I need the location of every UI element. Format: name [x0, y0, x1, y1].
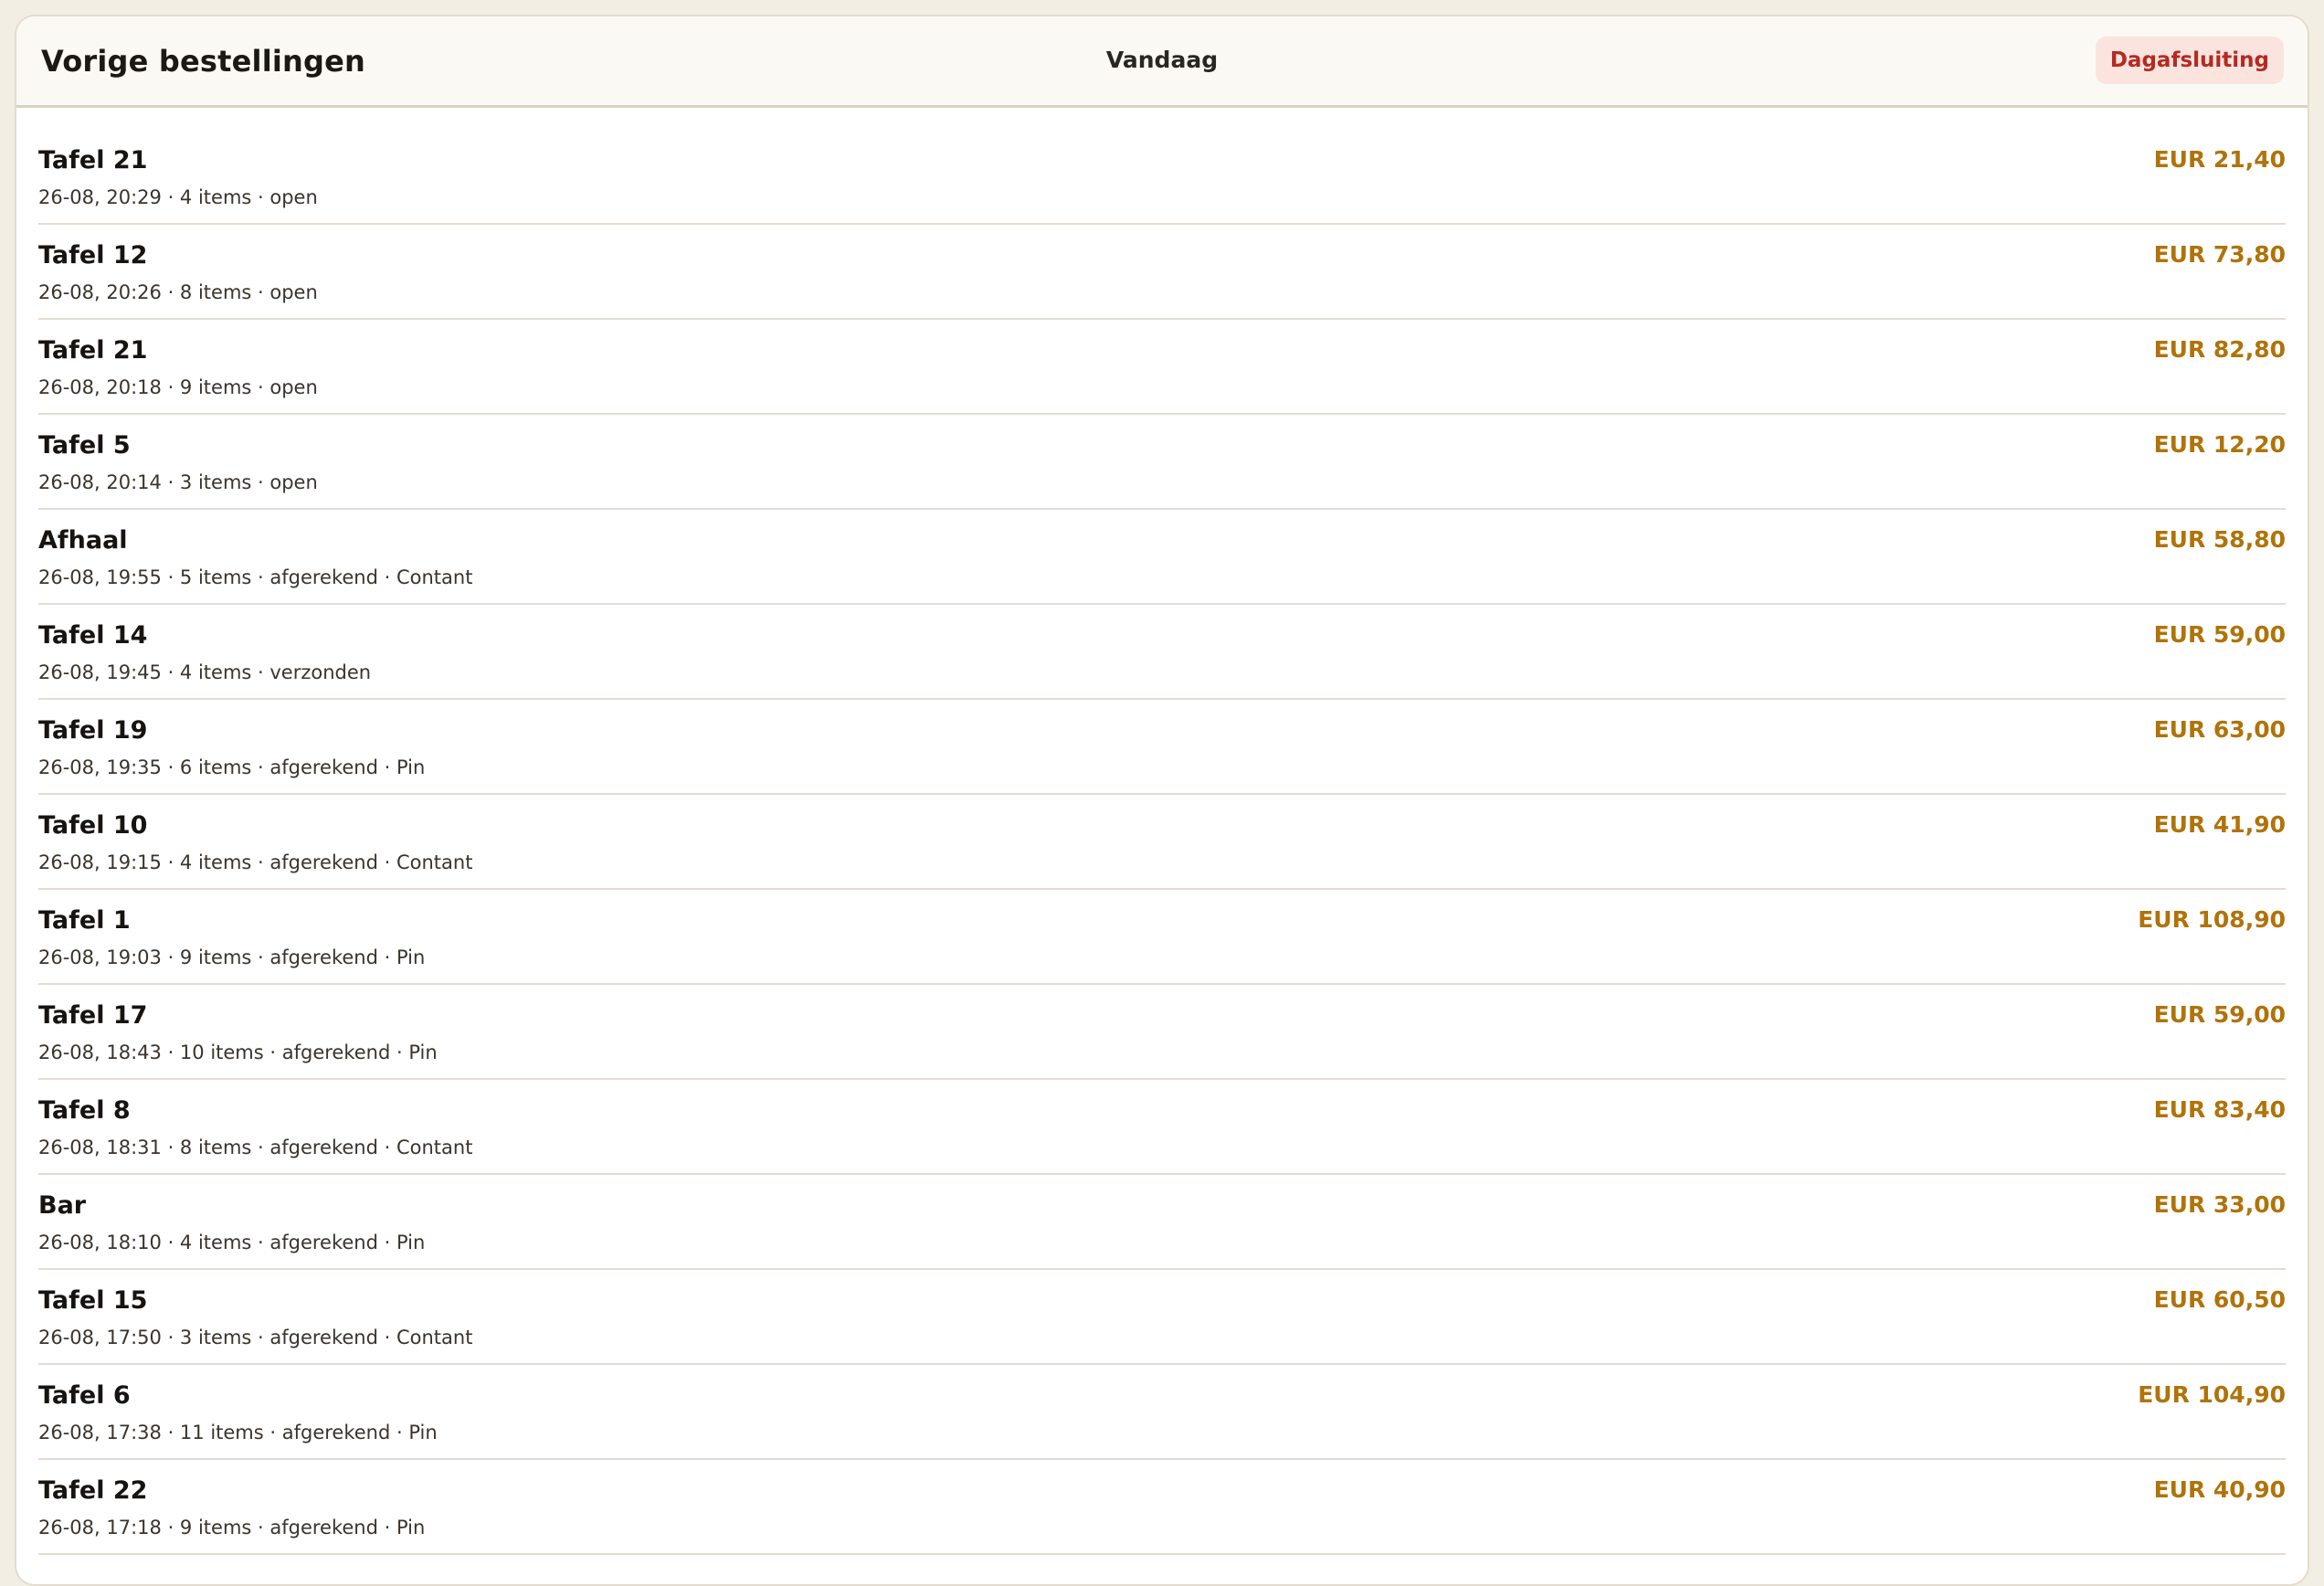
- order-meta: 26-08, 18:31 · 8 items · afgerekend · Co…: [38, 1137, 473, 1158]
- day-close-button[interactable]: Dagafsluiting: [2095, 37, 2284, 84]
- order-total: EUR 40,90: [2153, 1476, 2286, 1503]
- order-name: Tafel 1: [38, 906, 131, 935]
- order-total: EUR 59,00: [2153, 1001, 2286, 1028]
- order-total: EUR 41,90: [2153, 811, 2286, 838]
- order-list: Tafel 21 26-08, 20:29 · 4 items · open E…: [38, 130, 2286, 1555]
- order-row[interactable]: Tafel 5 26-08, 20:14 · 3 items · open EU…: [38, 415, 2286, 510]
- order-total: EUR 12,20: [2153, 431, 2286, 458]
- order-total: EUR 59,00: [2153, 621, 2286, 648]
- order-meta: 26-08, 17:50 · 3 items · afgerekend · Co…: [38, 1327, 473, 1348]
- order-meta: 26-08, 19:45 · 4 items · verzonden: [38, 661, 372, 683]
- order-total: EUR 21,40: [2153, 146, 2286, 173]
- orders-panel: Vorige bestellingen Vandaag Dagafsluitin…: [15, 15, 2309, 1586]
- order-row[interactable]: Tafel 14 26-08, 19:45 · 4 items · verzon…: [38, 605, 2286, 700]
- order-name: Tafel 15: [38, 1286, 148, 1315]
- order-meta: 26-08, 18:10 · 4 items · afgerekend · Pi…: [38, 1232, 426, 1253]
- order-name: Tafel 19: [38, 716, 148, 745]
- order-name: Tafel 5: [38, 431, 131, 460]
- order-name: Tafel 8: [38, 1096, 131, 1125]
- order-name: Tafel 17: [38, 1001, 148, 1030]
- order-row[interactable]: Bar 26-08, 18:10 · 4 items · afgerekend …: [38, 1175, 2286, 1270]
- order-total: EUR 73,80: [2153, 241, 2286, 268]
- order-total: EUR 83,40: [2153, 1096, 2286, 1123]
- order-row[interactable]: Tafel 21 26-08, 20:29 · 4 items · open E…: [38, 130, 2286, 225]
- order-meta: 26-08, 20:26 · 8 items · open: [38, 281, 318, 303]
- order-row[interactable]: Tafel 21 26-08, 20:18 · 9 items · open E…: [38, 320, 2286, 415]
- order-row[interactable]: Tafel 1 26-08, 19:03 · 9 items · afgerek…: [38, 890, 2286, 985]
- order-name: Afhaal: [38, 526, 128, 555]
- order-name: Tafel 21: [38, 336, 148, 365]
- order-row[interactable]: Tafel 10 26-08, 19:15 · 4 items · afgere…: [38, 795, 2286, 890]
- order-name: Tafel 12: [38, 241, 148, 270]
- order-meta: 26-08, 20:14 · 3 items · open: [38, 471, 318, 493]
- order-meta: 26-08, 19:15 · 4 items · afgerekend · Co…: [38, 851, 473, 873]
- order-row[interactable]: Tafel 17 26-08, 18:43 · 10 items · afger…: [38, 985, 2286, 1080]
- order-name: Tafel 14: [38, 621, 148, 650]
- order-total: EUR 60,50: [2153, 1286, 2286, 1313]
- order-row[interactable]: Afhaal 26-08, 19:55 · 5 items · afgereke…: [38, 510, 2286, 605]
- order-meta: 26-08, 19:55 · 5 items · afgerekend · Co…: [38, 566, 473, 588]
- order-name: Tafel 10: [38, 811, 148, 840]
- order-total: EUR 108,90: [2138, 906, 2286, 933]
- date-filter-label: Vandaag: [1105, 47, 1219, 73]
- order-meta: 26-08, 18:43 · 10 items · afgerekend · P…: [38, 1041, 438, 1063]
- order-name: Bar: [38, 1191, 87, 1220]
- order-meta: 26-08, 19:35 · 6 items · afgerekend · Pi…: [38, 756, 426, 778]
- order-meta: 26-08, 20:29 · 4 items · open: [38, 186, 318, 208]
- panel-header: Vorige bestellingen Vandaag Dagafsluitin…: [16, 16, 2308, 108]
- order-name: Tafel 21: [38, 146, 148, 174]
- order-total: EUR 104,90: [2138, 1381, 2286, 1408]
- order-row[interactable]: Tafel 22 26-08, 17:18 · 9 items · afgere…: [38, 1460, 2286, 1555]
- order-meta: 26-08, 17:38 · 11 items · afgerekend · P…: [38, 1422, 438, 1443]
- order-row[interactable]: Tafel 6 26-08, 17:38 · 11 items · afgere…: [38, 1365, 2286, 1460]
- order-total: EUR 33,00: [2153, 1191, 2286, 1218]
- order-meta: 26-08, 20:18 · 9 items · open: [38, 376, 318, 398]
- order-name: Tafel 6: [38, 1381, 131, 1410]
- order-row[interactable]: Tafel 19 26-08, 19:35 · 6 items · afgere…: [38, 700, 2286, 795]
- order-total: EUR 82,80: [2153, 336, 2286, 363]
- order-row[interactable]: Tafel 8 26-08, 18:31 · 8 items · afgerek…: [38, 1080, 2286, 1175]
- order-total: EUR 58,80: [2153, 526, 2286, 553]
- order-row[interactable]: Tafel 12 26-08, 20:26 · 8 items · open E…: [38, 225, 2286, 320]
- order-meta: 26-08, 17:18 · 9 items · afgerekend · Pi…: [38, 1517, 426, 1538]
- order-total: EUR 63,00: [2153, 716, 2286, 743]
- order-name: Tafel 22: [38, 1476, 148, 1505]
- order-meta: 26-08, 19:03 · 9 items · afgerekend · Pi…: [38, 946, 426, 968]
- order-row[interactable]: Tafel 15 26-08, 17:50 · 3 items · afgere…: [38, 1270, 2286, 1365]
